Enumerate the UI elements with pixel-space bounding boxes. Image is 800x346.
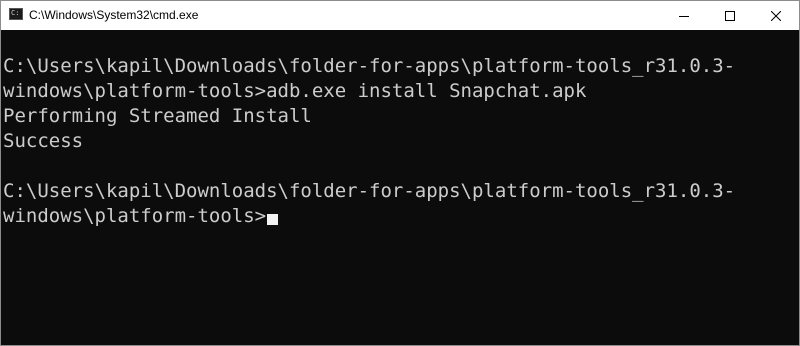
console-output: C:\Users\kapil\Downloads\folder-for-apps… bbox=[3, 54, 787, 229]
title-bar[interactable]: C: C:\Windows\System32\cmd.exe bbox=[1, 1, 799, 30]
console-area[interactable]: C:\Users\kapil\Downloads\folder-for-apps… bbox=[1, 30, 799, 345]
console-line: Success bbox=[3, 130, 84, 152]
close-icon bbox=[771, 10, 781, 21]
console-line: windows\platform-tools>adb.exe install S… bbox=[3, 80, 587, 102]
console-prompt: windows\platform-tools> bbox=[3, 205, 267, 227]
console-line: C:\Users\kapil\Downloads\folder-for-apps… bbox=[3, 55, 736, 77]
console-prompt-line[interactable]: windows\platform-tools> bbox=[3, 204, 787, 229]
minimize-icon bbox=[679, 15, 689, 17]
cmd-window: C: C:\Windows\System32\cmd.exe C:\Users\… bbox=[0, 0, 800, 346]
close-button[interactable] bbox=[753, 1, 799, 30]
minimize-button[interactable] bbox=[661, 1, 707, 30]
text-cursor bbox=[267, 214, 279, 225]
maximize-button[interactable] bbox=[707, 1, 753, 30]
window-title: C:\Windows\System32\cmd.exe bbox=[29, 8, 199, 22]
command-prompt-icon: C: bbox=[9, 8, 23, 20]
console-line: Performing Streamed Install bbox=[3, 105, 312, 127]
console-line: C:\Users\kapil\Downloads\folder-for-apps… bbox=[3, 180, 736, 202]
maximize-icon bbox=[725, 10, 735, 21]
